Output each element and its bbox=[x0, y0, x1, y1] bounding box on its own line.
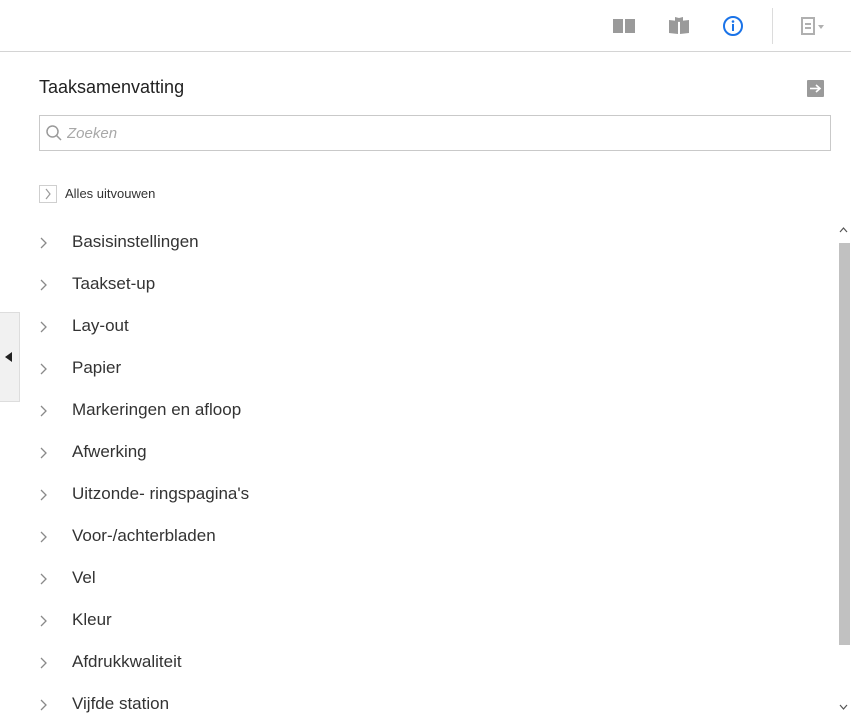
list-item[interactable]: Uitzonde- ringspagina's bbox=[30, 474, 830, 516]
list-item-label: Taakset-up bbox=[72, 274, 156, 293]
chevron-right-icon bbox=[38, 360, 50, 378]
list-item[interactable]: Basisinstellingen bbox=[30, 222, 830, 264]
list-item-label: Lay-out bbox=[72, 316, 129, 335]
search-icon bbox=[46, 125, 62, 141]
list-item-label: Afdrukkwaliteit bbox=[72, 652, 182, 671]
collapse-panel-button[interactable] bbox=[807, 80, 824, 97]
list-item[interactable]: Vijfde station bbox=[30, 684, 830, 715]
info-icon[interactable] bbox=[721, 15, 745, 37]
list-item[interactable]: Lay-out bbox=[30, 306, 830, 348]
top-toolbar bbox=[0, 0, 851, 52]
chevron-right-icon bbox=[38, 486, 50, 504]
chevron-right-icon bbox=[45, 188, 51, 200]
expand-all-box bbox=[39, 185, 57, 203]
scrollbar-thumb[interactable] bbox=[839, 243, 850, 645]
scrollbar[interactable] bbox=[836, 222, 851, 715]
list-item[interactable]: Taakset-up bbox=[30, 264, 830, 306]
chevron-right-icon bbox=[38, 612, 50, 630]
list-item-label: Voor-/achterbladen bbox=[72, 526, 216, 545]
list-item[interactable]: Vel bbox=[30, 558, 830, 600]
book-view-icon[interactable] bbox=[667, 15, 691, 37]
two-page-view-icon[interactable] bbox=[612, 15, 636, 37]
chevron-right-icon bbox=[38, 528, 50, 546]
scroll-down-icon[interactable] bbox=[836, 699, 851, 715]
document-menu-icon[interactable] bbox=[800, 15, 832, 37]
side-panel-toggle[interactable] bbox=[0, 312, 20, 402]
list-item-label: Kleur bbox=[72, 610, 112, 629]
chevron-right-icon bbox=[38, 402, 50, 420]
chevron-right-icon bbox=[38, 318, 50, 336]
list-item-label: Uitzonde- ringspagina's bbox=[72, 484, 250, 503]
scroll-up-icon[interactable] bbox=[836, 222, 851, 238]
chevron-right-icon bbox=[38, 654, 50, 672]
chevron-right-icon bbox=[38, 276, 50, 294]
list-item[interactable]: Kleur bbox=[30, 600, 830, 642]
triangle-left-icon bbox=[5, 352, 12, 362]
panel-title: Taaksamenvatting bbox=[39, 77, 185, 97]
search-box bbox=[39, 115, 831, 151]
list-item[interactable]: Afwerking bbox=[30, 432, 830, 474]
list-item-label: Vijfde station bbox=[72, 694, 170, 713]
arrow-right-icon bbox=[810, 84, 822, 93]
expand-all-label: Alles uitvouwen bbox=[65, 186, 156, 201]
chevron-right-icon bbox=[38, 234, 50, 252]
list-item-label: Papier bbox=[72, 358, 122, 377]
chevron-right-icon bbox=[38, 444, 50, 462]
search-input[interactable] bbox=[67, 120, 807, 146]
chevron-right-icon bbox=[38, 696, 50, 714]
list-item-label: Afwerking bbox=[72, 442, 147, 461]
list-item[interactable]: Markeringen en afloop bbox=[30, 390, 830, 432]
list-item-label: Basisinstellingen bbox=[72, 232, 199, 251]
list-item-label: Markeringen en afloop bbox=[72, 400, 242, 419]
list-item[interactable]: Papier bbox=[30, 348, 830, 390]
section-list: Basisinstellingen Taakset-up Lay-out Pap… bbox=[30, 222, 830, 715]
list-item[interactable]: Voor-/achterbladen bbox=[30, 516, 830, 558]
toolbar-divider bbox=[772, 8, 773, 44]
list-item[interactable]: Afdrukkwaliteit bbox=[30, 642, 830, 684]
chevron-right-icon bbox=[38, 570, 50, 588]
list-item-label: Vel bbox=[72, 568, 96, 587]
